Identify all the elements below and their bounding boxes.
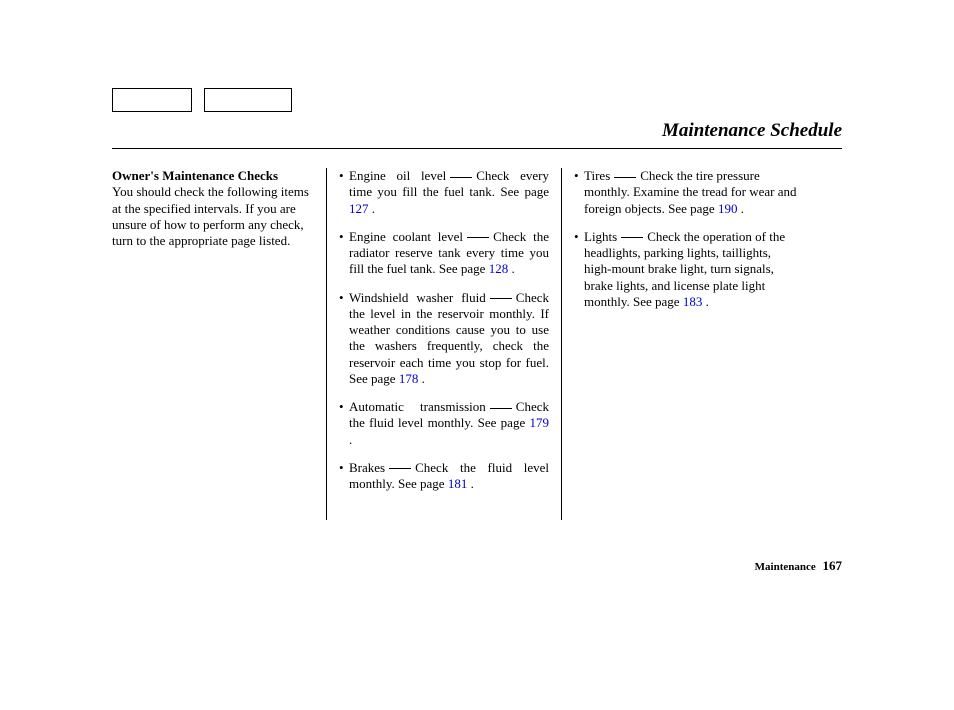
item-text-after: .: [369, 201, 376, 216]
dash-icon: [389, 468, 411, 469]
item-text-after: .: [737, 201, 744, 216]
dash-icon: [490, 408, 512, 409]
page-ref-link[interactable]: 178: [399, 371, 419, 386]
footer-page-number: 167: [823, 558, 843, 573]
dash-icon: [621, 237, 643, 238]
list-item: LightsCheck the operation of the headlig…: [584, 229, 802, 310]
list-item: Automatic transmissionCheck the fluid le…: [349, 399, 551, 448]
page-ref-link[interactable]: 181: [448, 476, 468, 491]
item-text-after: .: [467, 476, 474, 491]
page-footer: Maintenance 167: [755, 558, 842, 574]
title-rule: [112, 148, 842, 149]
footer-section-label: Maintenance: [755, 561, 816, 573]
item-label: Windshield washer fluid: [349, 290, 486, 305]
content-columns: Owner's Maintenance Checks You should ch…: [112, 168, 842, 520]
column-2: Engine oil levelCheck every time you fil…: [327, 168, 562, 520]
list-item: Engine oil levelCheck every time you fil…: [349, 168, 551, 217]
column-3: TiresCheck the tire pressure monthly. Ex…: [562, 168, 802, 520]
owner-checks-heading: Owner's Maintenance Checks: [112, 168, 278, 183]
check-list-col3: TiresCheck the tire pressure monthly. Ex…: [574, 168, 802, 310]
column-1: Owner's Maintenance Checks You should ch…: [112, 168, 327, 520]
page-title-container: Maintenance Schedule: [112, 120, 842, 142]
placeholder-box-2: [204, 88, 292, 112]
list-item: Windshield washer fluidCheck the level i…: [349, 290, 551, 388]
page-ref-link[interactable]: 190: [718, 201, 738, 216]
item-text: Check the tire pressure monthly. Examine…: [584, 168, 797, 216]
list-item: Engine coolant levelCheck the radiator r…: [349, 229, 551, 278]
page-ref-link[interactable]: 183: [683, 294, 703, 309]
item-text-after: .: [702, 294, 709, 309]
list-item: BrakesCheck the fluid level monthly. See…: [349, 460, 551, 493]
header-placeholder-boxes: [112, 88, 292, 112]
item-label: Automatic transmission: [349, 399, 486, 414]
dash-icon: [614, 177, 636, 178]
item-label: Engine coolant level: [349, 229, 463, 244]
page-ref-link[interactable]: 128: [489, 261, 509, 276]
owner-checks-para: Owner's Maintenance Checks You should ch…: [112, 168, 314, 249]
dash-icon: [450, 177, 472, 178]
check-list-col2: Engine oil levelCheck every time you fil…: [339, 168, 551, 492]
dash-icon: [490, 298, 512, 299]
page-ref-link[interactable]: 179: [530, 415, 550, 430]
list-item: TiresCheck the tire pressure monthly. Ex…: [584, 168, 802, 217]
owner-checks-intro: You should check the following items at …: [112, 184, 309, 248]
item-label: Engine oil level: [349, 168, 446, 183]
item-text-after: .: [508, 261, 515, 276]
item-label: Tires: [584, 168, 610, 183]
item-label: Brakes: [349, 460, 385, 475]
placeholder-box-1: [112, 88, 192, 112]
item-text-after: .: [418, 371, 425, 386]
page-title: Maintenance Schedule: [662, 120, 842, 141]
page-ref-link[interactable]: 127: [349, 201, 369, 216]
dash-icon: [467, 237, 489, 238]
item-text-after: .: [349, 432, 352, 447]
manual-page: Maintenance Schedule Owner's Maintenance…: [0, 0, 954, 710]
item-label: Lights: [584, 229, 617, 244]
